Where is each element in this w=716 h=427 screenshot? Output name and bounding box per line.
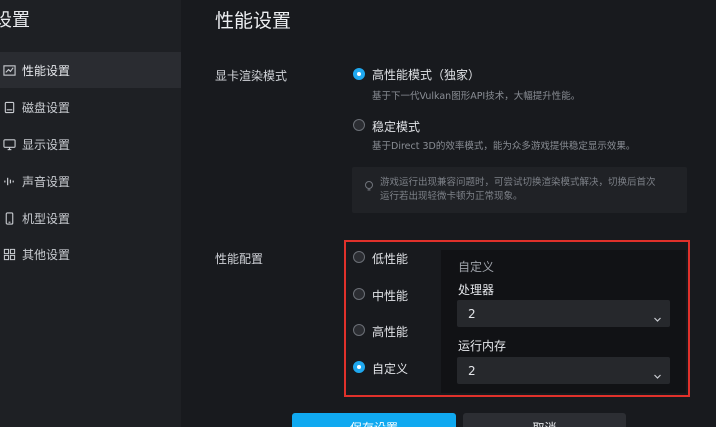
tip-line-2: 运行若出现轻微卡顿为正常现象。 [380,191,523,202]
high-performance-label[interactable]: 高性能 [372,323,408,340]
cpu-select[interactable]: 2 [457,300,670,327]
sidebar-item-label: 机型设置 [22,211,71,226]
tip-line-1: 游戏运行出现兼容问题时，可尝试切换渲染模式解决，切换后首次 [380,177,656,188]
sidebar-item-sound[interactable]: 声音设置 [0,163,181,199]
settings-window: 设置 性能设置 磁盘设置 显示设置 声音设置 机型设置 其他设置 性能设置 显卡… [0,0,716,427]
sidebar-item-performance[interactable]: 性能设置 [0,52,181,88]
medium-performance-label[interactable]: 中性能 [372,287,408,304]
sidebar-item-label: 声音设置 [22,174,71,189]
sidebar-item-label: 其他设置 [22,247,71,262]
custom-label[interactable]: 自定义 [372,360,408,377]
custom-config-panel: 自定义 处理器 2 运行内存 2 [441,250,686,393]
ram-label: 运行内存 [458,339,507,353]
radio-stable-mode[interactable] [353,119,365,131]
disk-icon [2,100,16,114]
stable-mode-desc: 基于Direct 3D的效率模式，能为众多游戏提供稳定显示效果。 [372,141,636,152]
radio-high-performance-mode[interactable] [353,68,365,80]
lightbulb-icon [363,177,375,191]
stable-mode-label[interactable]: 稳定模式 [372,118,420,135]
chevron-down-icon [653,309,662,322]
perf-config-label: 性能配置 [215,252,264,266]
high-performance-mode-label[interactable]: 高性能模式（独家） [372,66,480,83]
render-mode-label: 显卡渲染模式 [215,69,288,83]
sidebar-item-label: 磁盘设置 [22,100,71,115]
cpu-label: 处理器 [458,283,495,297]
custom-panel-title: 自定义 [458,260,495,274]
chevron-down-icon [653,366,662,379]
sound-icon [2,174,16,188]
sidebar-item-label: 显示设置 [22,137,71,152]
cpu-value: 2 [468,307,476,321]
sidebar-title: 设置 [0,10,30,31]
low-performance-label[interactable]: 低性能 [372,250,408,267]
save-button[interactable]: 保存设置 [292,413,456,427]
sidebar-item-label: 性能设置 [22,63,71,78]
sidebar: 设置 性能设置 磁盘设置 显示设置 声音设置 机型设置 其他设置 [0,0,181,427]
ram-value: 2 [468,364,476,378]
sidebar-item-display[interactable]: 显示设置 [0,126,181,162]
render-mode-tip: 游戏运行出现兼容问题时，可尝试切换渲染模式解决，切换后首次 运行若出现轻微卡顿为… [352,167,687,213]
radio-low-performance[interactable] [353,251,365,263]
radio-custom[interactable] [353,361,365,373]
cancel-button[interactable]: 取消 [463,413,626,427]
radio-medium-performance[interactable] [353,288,365,300]
radio-high-performance[interactable] [353,324,365,336]
monitor-icon [2,137,16,151]
page-title: 性能设置 [215,10,292,32]
phone-icon [2,211,16,225]
sidebar-item-disk[interactable]: 磁盘设置 [0,89,181,125]
sidebar-item-device[interactable]: 机型设置 [0,200,181,236]
sidebar-item-other[interactable]: 其他设置 [0,236,181,272]
tip-text: 游戏运行出现兼容问题时，可尝试切换渲染模式解决，切换后首次 运行若出现轻微卡顿为… [380,176,680,204]
ram-select[interactable]: 2 [457,357,670,384]
chart-icon [2,63,16,77]
high-performance-mode-desc: 基于下一代Vulkan图形API技术，大幅提升性能。 [372,91,581,102]
grid-icon [2,247,16,261]
